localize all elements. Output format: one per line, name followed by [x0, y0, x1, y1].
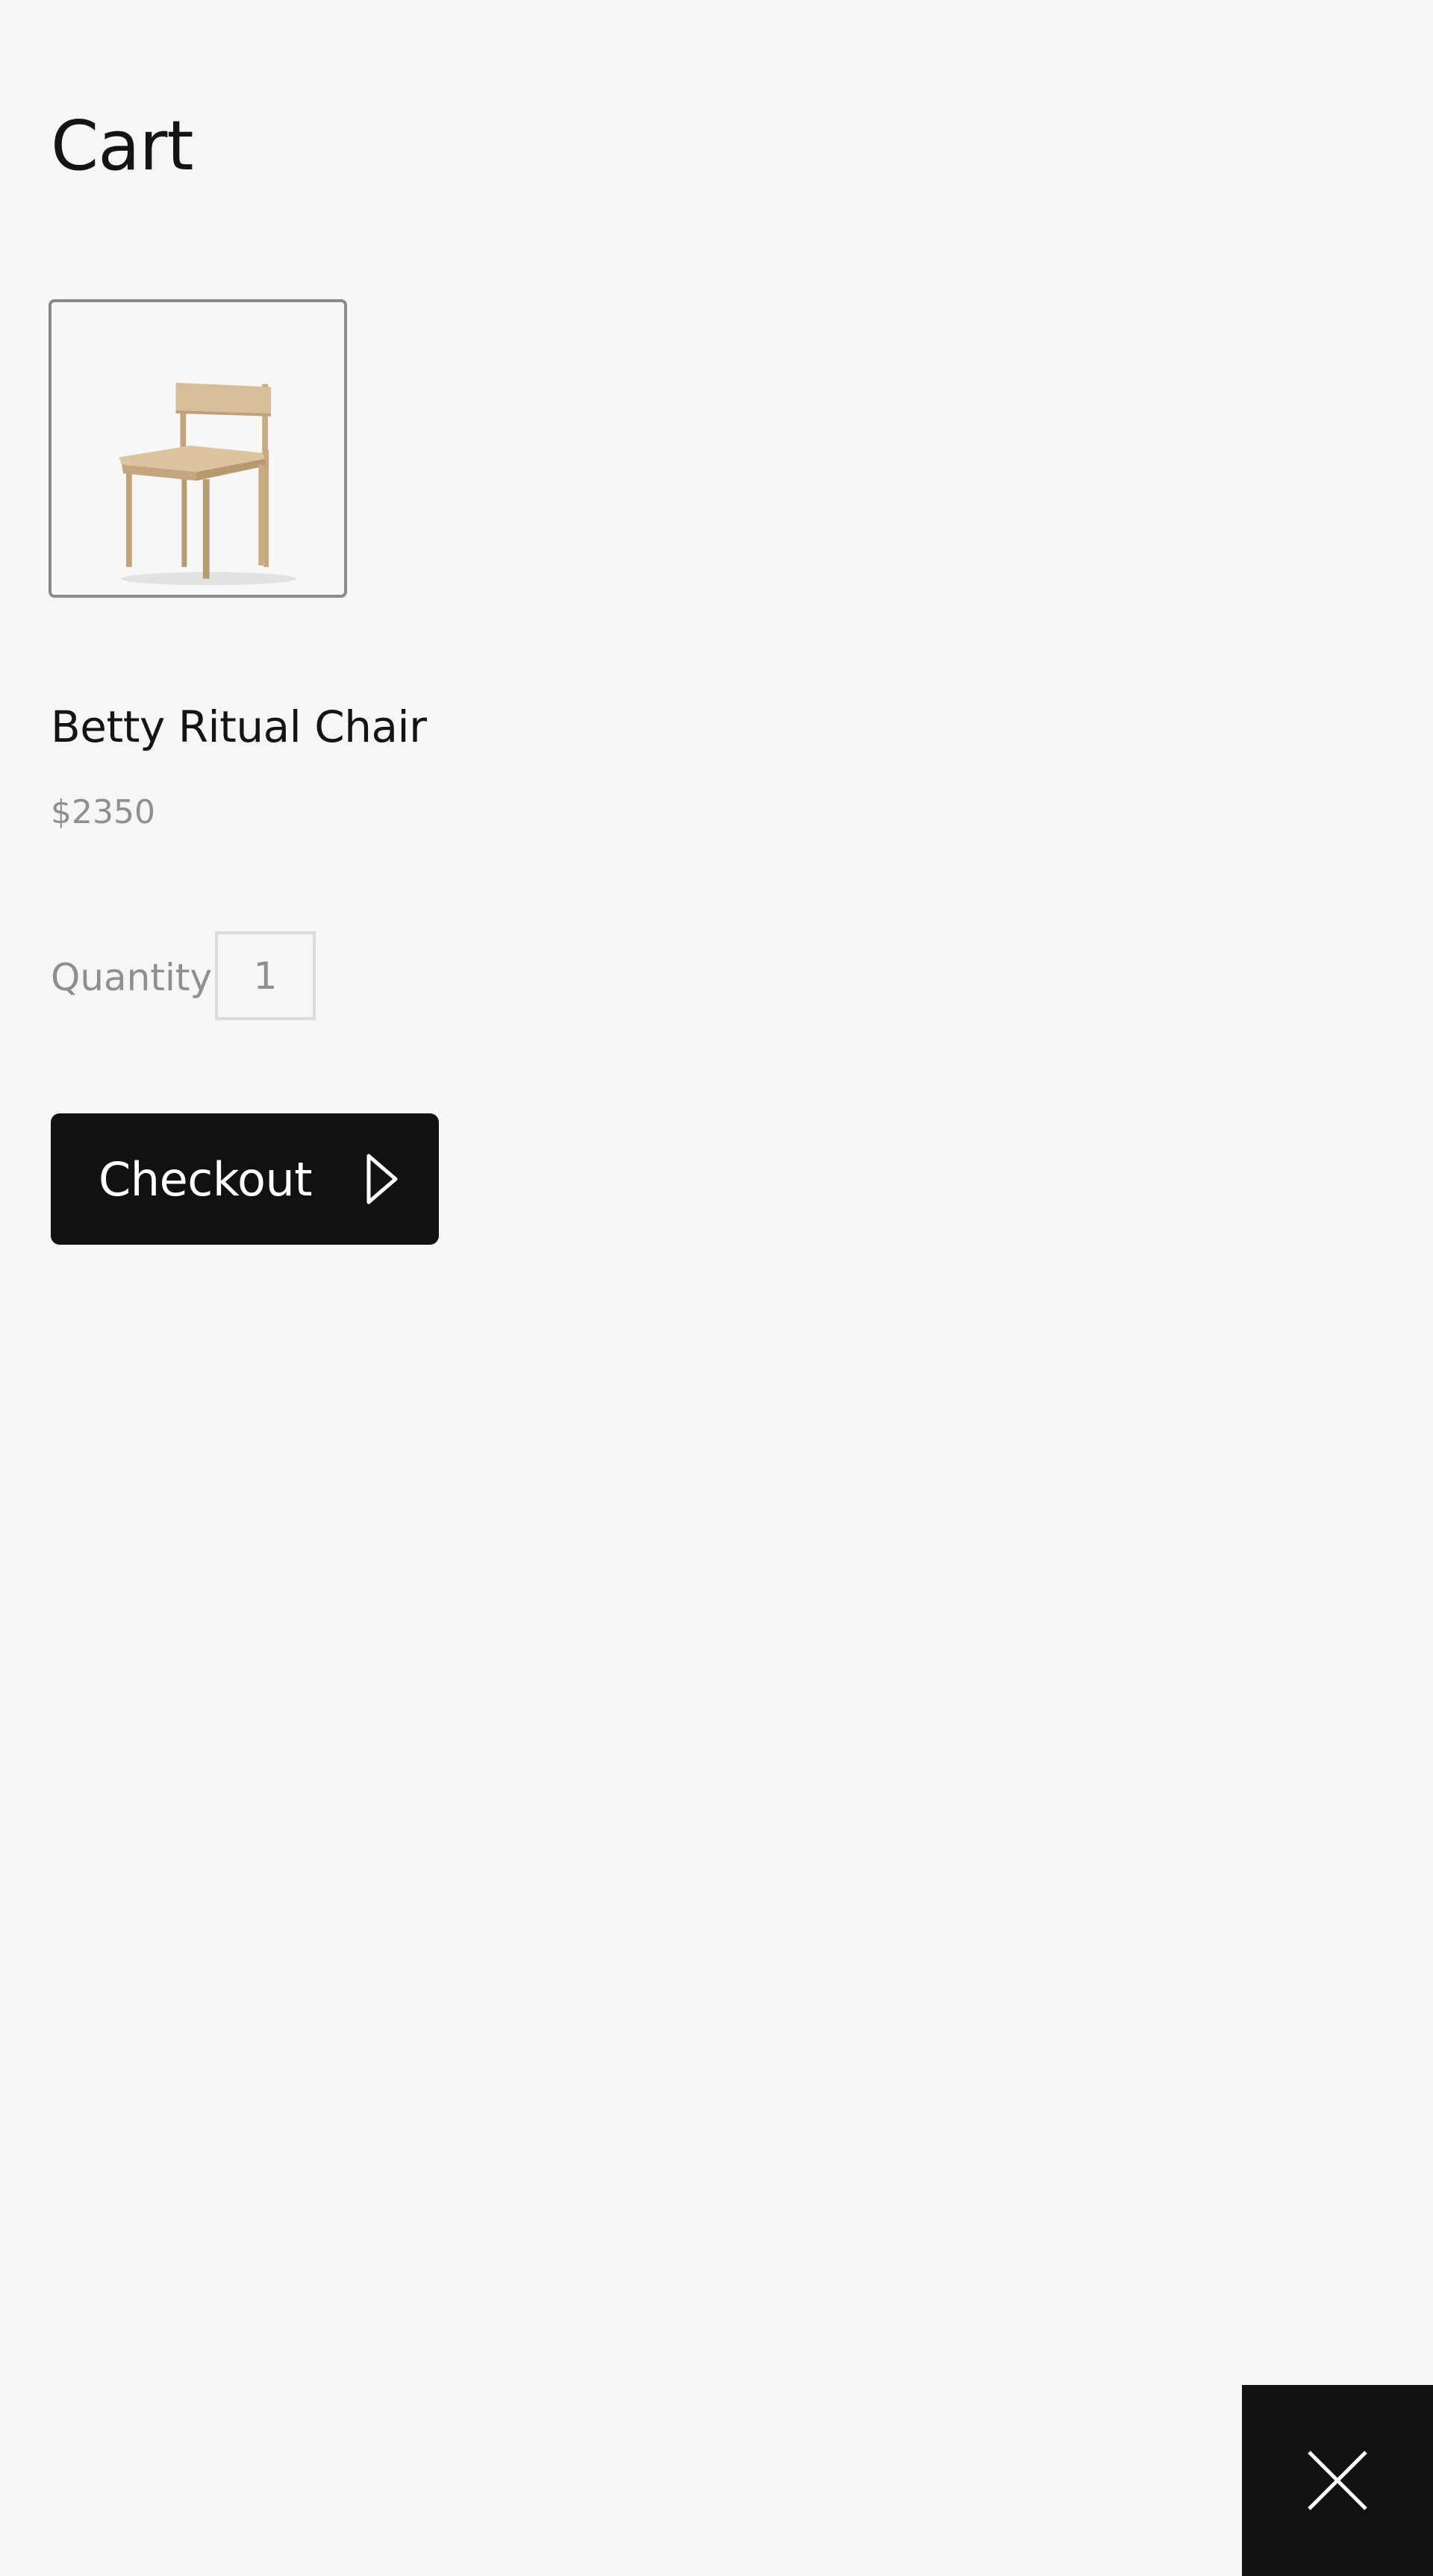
quantity-input[interactable]	[215, 931, 316, 1020]
play-arrow-icon	[366, 1154, 398, 1204]
checkout-button[interactable]: Checkout	[51, 1113, 439, 1245]
page-title: Cart	[51, 106, 194, 186]
quantity-label: Quantity	[51, 956, 213, 999]
product-image[interactable]	[49, 299, 347, 598]
close-button[interactable]	[1242, 2385, 1433, 2576]
product-name[interactable]: Betty Ritual Chair	[51, 701, 427, 754]
checkout-label: Checkout	[99, 1151, 313, 1207]
chair-image	[119, 382, 297, 586]
close-icon	[1308, 2451, 1367, 2510]
product-price: $2350	[51, 793, 155, 831]
